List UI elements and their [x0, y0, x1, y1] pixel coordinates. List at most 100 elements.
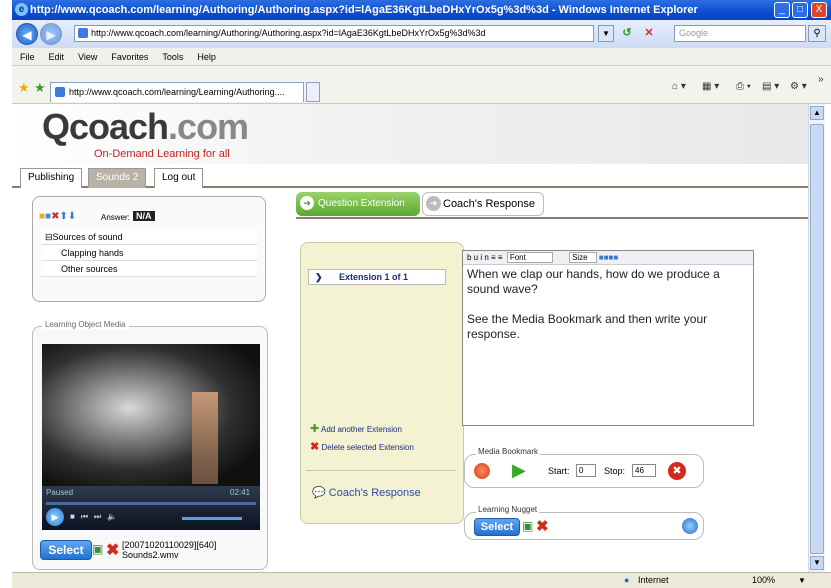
arrow-right-icon: ➜	[426, 196, 441, 211]
chevron-more-icon[interactable]: »	[818, 74, 824, 85]
zoom-dropdown-icon[interactable]: ▼	[798, 573, 806, 588]
new-tab-button[interactable]	[306, 82, 320, 102]
status-zoom[interactable]: 100%	[752, 573, 775, 588]
delete-icon: ✖	[310, 441, 320, 453]
record-button[interactable]	[474, 463, 490, 479]
tree-panel: ■■✖⬆⬇ Answer: N/A ⊟Sources of sound Clap…	[32, 196, 266, 302]
add-extension-link[interactable]: ✚ Add another Extension	[310, 422, 402, 435]
menu-edit[interactable]: Edit	[49, 52, 65, 62]
tab-logout[interactable]: Log out	[154, 168, 204, 188]
media-icon[interactable]: ▣	[92, 542, 103, 556]
coach-response-link[interactable]: 💬 Coach's Response	[312, 486, 421, 499]
tab-row: ★ ★ http://www.qcoach.com/learning/Learn…	[12, 66, 831, 104]
play-button[interactable]: ▶	[46, 508, 64, 526]
editor-tool-icons[interactable]: ■■■■	[599, 253, 618, 262]
add-extension-label: Add another Extension	[321, 425, 402, 434]
video-status: Paused	[46, 488, 74, 497]
menu-help[interactable]: Help	[197, 52, 216, 62]
tab-publishing[interactable]: Publishing	[20, 168, 83, 188]
scroll-up-icon[interactable]: ▲	[810, 106, 824, 120]
stop-icon[interactable]: ✕	[640, 25, 658, 42]
delete-extension-link[interactable]: ✖ Delete selected Extension	[310, 440, 414, 453]
answer-label: Answer:	[101, 213, 130, 222]
vertical-scrollbar[interactable]: ▲ ▼	[808, 104, 825, 572]
search-icon[interactable]: ⚲	[808, 25, 826, 42]
tree-root[interactable]: ⊟Sources of sound	[41, 229, 257, 245]
site-tagline: On-Demand Learning for all	[94, 148, 230, 160]
video-controls: Paused 02:41 ▶ ■⏮⏭🔈	[42, 486, 260, 530]
divider	[296, 217, 808, 219]
back-button[interactable]: ◀	[16, 23, 38, 45]
scroll-thumb[interactable]	[810, 124, 824, 554]
tools-menu-icon[interactable]: ⚙ ▾	[790, 81, 807, 92]
video-time: 02:41	[230, 488, 251, 497]
media-bookmark-label: Media Bookmark	[476, 447, 541, 456]
start-input[interactable]: 0	[576, 464, 596, 477]
media-delete-icon[interactable]: ✖	[106, 540, 119, 560]
address-dropdown-icon[interactable]: ▼	[598, 25, 614, 42]
media-file-line1: [20071020110029][640]	[122, 540, 217, 550]
scroll-down-icon[interactable]: ▼	[810, 556, 824, 570]
page-content: Qcoach.com On-Demand Learning for all Pu…	[12, 104, 808, 572]
tree-item-other[interactable]: Other sources	[41, 261, 257, 277]
address-row: ◀ ▶ http://www.qcoach.com/learning/Autho…	[12, 20, 831, 48]
feeds-icon[interactable]: ▦ ▾	[702, 81, 719, 92]
page-menu-icon[interactable]: ▤ ▾	[762, 81, 779, 92]
font-select[interactable]: Font	[506, 252, 553, 263]
player-buttons[interactable]: ■⏮⏭🔈	[70, 512, 123, 522]
home-icon[interactable]: ⌂ ▾	[672, 81, 686, 92]
refresh-icon[interactable]: ↺	[618, 25, 636, 42]
format-buttons[interactable]: b u i n ≡ ≡	[467, 253, 503, 262]
plus-icon: ✚	[310, 423, 320, 435]
menu-file[interactable]: File	[20, 52, 35, 62]
search-input[interactable]: Google	[674, 25, 806, 42]
start-label: Start:	[548, 466, 570, 476]
media-filename: [20071020110029][640] Sounds2.wmv	[122, 540, 216, 560]
tree-item-label: Clapping hands	[61, 248, 124, 258]
editor-content[interactable]: When we clap our hands, how do we produc…	[467, 267, 751, 342]
maximize-button[interactable]: □	[792, 2, 808, 18]
down-arrow-icon[interactable]: ⬇	[68, 211, 76, 222]
minimize-button[interactable]: _	[774, 2, 790, 18]
menu-bar: File Edit View Favorites Tools Help	[12, 48, 831, 66]
video-frame[interactable]	[42, 344, 260, 486]
add-favorite-icon[interactable]: ★	[34, 80, 46, 96]
rich-text-editor[interactable]: b u i n ≡ ≡ Font Size ■■■■ When we clap …	[462, 250, 754, 426]
globe-icon[interactable]	[682, 518, 698, 534]
tab-sounds2[interactable]: Sounds 2	[88, 168, 147, 188]
nugget-select-button[interactable]: Select	[474, 518, 520, 536]
volume-slider[interactable]	[182, 517, 242, 520]
favorites-star-icon[interactable]: ★	[18, 80, 30, 96]
nugget-icon[interactable]: ▣	[522, 519, 533, 533]
tree-toolbar-icons[interactable]: ■■✖⬆⬇	[39, 211, 76, 222]
nugget-delete-icon[interactable]: ✖	[536, 517, 549, 535]
play-button[interactable]: ▶	[512, 460, 526, 481]
size-select[interactable]: Size	[569, 252, 597, 263]
editor-text-line1: When we clap our hands, how do we produc…	[467, 267, 720, 296]
menu-view[interactable]: View	[78, 52, 97, 62]
extension-item[interactable]: ❯ Extension 1 of 1	[308, 269, 446, 285]
up-arrow-icon[interactable]: ⬆	[59, 211, 67, 222]
editor-toolbar: b u i n ≡ ≡ Font Size ■■■■	[463, 251, 753, 265]
menu-favorites[interactable]: Favorites	[111, 52, 148, 62]
media-select-button[interactable]: Select	[40, 540, 92, 560]
extension-item-label: Extension 1 of 1	[339, 272, 409, 282]
person-figure	[192, 392, 218, 484]
address-url: http://www.qcoach.com/learning/Authoring…	[91, 28, 486, 38]
tab-question-extension[interactable]: ➜ Question Extension	[296, 192, 420, 216]
video-seekbar[interactable]	[46, 502, 256, 505]
media-section-label: Learning Object Media	[42, 320, 129, 329]
stop-input[interactable]: 46	[632, 464, 656, 477]
tab-coach-response-label: Coach's Response	[443, 198, 535, 210]
address-input[interactable]: http://www.qcoach.com/learning/Authoring…	[74, 25, 594, 42]
tab-coach-response[interactable]: ➜ Coach's Response	[422, 192, 544, 216]
print-icon[interactable]: ⎙ ▾	[736, 81, 751, 92]
tree-item-clapping[interactable]: Clapping hands	[41, 245, 257, 261]
forward-button[interactable]: ▶	[40, 23, 62, 45]
browser-tab[interactable]: http://www.qcoach.com/learning/Learning/…	[50, 82, 304, 102]
divider	[306, 470, 456, 471]
menu-tools[interactable]: Tools	[162, 52, 183, 62]
clear-bookmark-icon[interactable]: ✖	[668, 462, 686, 480]
close-button[interactable]: X	[811, 2, 827, 18]
speech-bubble-icon: 💬	[312, 487, 326, 499]
